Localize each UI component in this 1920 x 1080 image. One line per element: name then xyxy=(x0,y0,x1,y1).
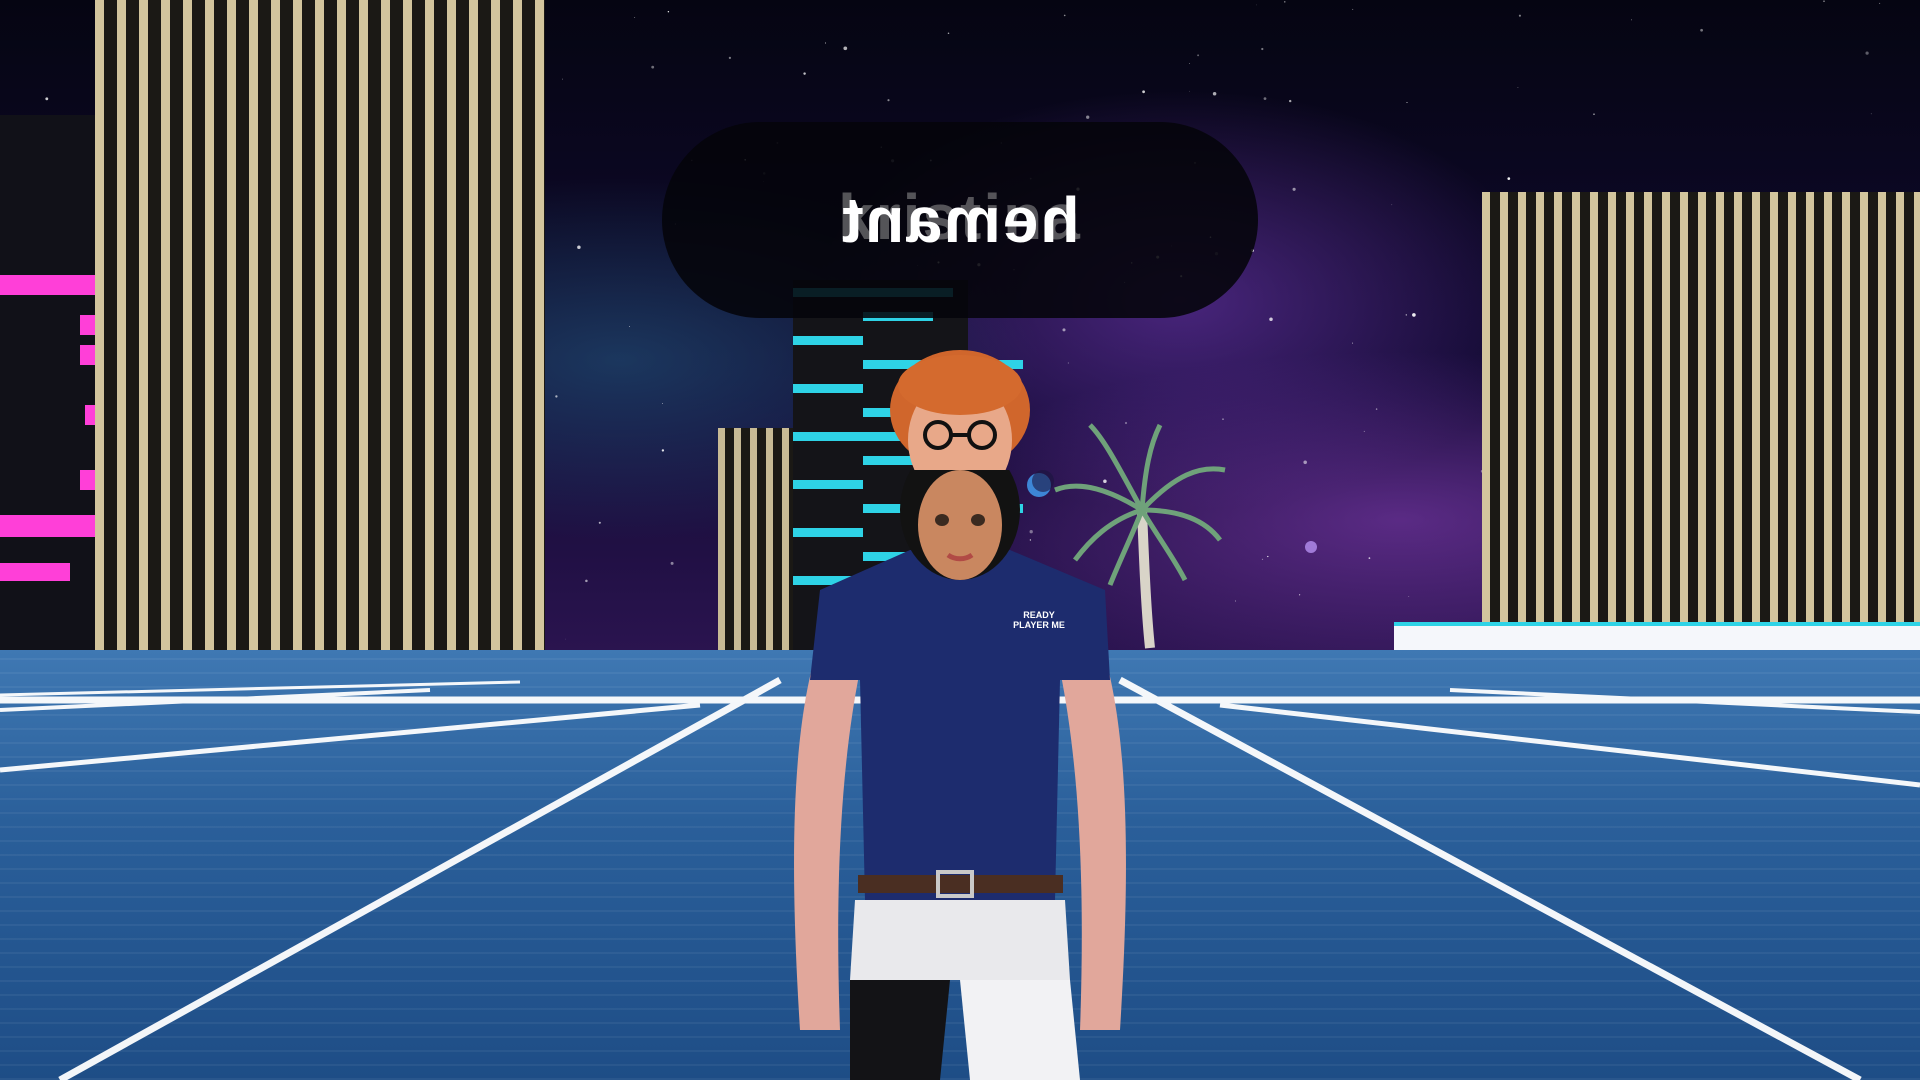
star-icon xyxy=(1375,408,1378,410)
star-icon xyxy=(1189,90,1190,92)
star-icon xyxy=(1292,187,1296,191)
avatar-front[interactable]: READY PLAYER ME xyxy=(780,440,1140,1080)
star-icon xyxy=(1363,430,1365,432)
star-icon xyxy=(555,395,558,398)
star-icon xyxy=(1391,204,1393,206)
star-icon xyxy=(1189,63,1191,65)
star-icon xyxy=(1142,90,1145,94)
star-icon xyxy=(947,32,950,35)
star-icon xyxy=(1507,177,1511,180)
star-icon xyxy=(562,78,563,80)
shirt-logo: READY PLAYER ME xyxy=(1013,610,1065,630)
star-icon xyxy=(1593,113,1595,116)
star-icon xyxy=(661,449,665,452)
player-nameplate: kristina hemant xyxy=(662,122,1258,318)
game-scene: kristina hemant READY PLAYER ME xyxy=(0,0,1920,1080)
star-icon xyxy=(1368,557,1371,559)
star-icon xyxy=(1234,600,1236,602)
star-icon xyxy=(825,42,826,44)
star-icon xyxy=(1352,8,1354,10)
star-icon xyxy=(651,65,655,69)
star-icon xyxy=(1405,314,1407,316)
neon-stripe xyxy=(793,336,863,345)
star-icon xyxy=(1879,2,1881,4)
star-icon xyxy=(1700,28,1703,32)
avatar-front-body xyxy=(794,440,1126,1080)
star-icon xyxy=(45,97,49,101)
star-icon xyxy=(565,638,566,640)
star-icon xyxy=(1631,19,1632,21)
star-icon xyxy=(1267,555,1269,558)
building-right-tower xyxy=(1482,192,1920,630)
star-icon xyxy=(1062,328,1066,332)
building-left-tower xyxy=(95,0,545,655)
star-icon xyxy=(629,326,630,328)
star-icon xyxy=(803,72,806,75)
star-icon xyxy=(1870,113,1872,115)
star-icon xyxy=(1284,1,1286,3)
star-icon xyxy=(1269,317,1273,322)
star-icon xyxy=(577,245,581,249)
star-icon xyxy=(1303,460,1307,465)
star-icon xyxy=(1212,91,1217,96)
star-icon xyxy=(598,521,601,524)
star-icon xyxy=(1518,14,1521,17)
star-icon xyxy=(1517,86,1519,89)
star-icon xyxy=(585,579,588,583)
star-icon xyxy=(670,561,674,565)
star-icon xyxy=(728,56,732,60)
star-icon xyxy=(667,10,670,13)
star-icon xyxy=(1823,0,1825,3)
star-icon xyxy=(1086,115,1090,119)
star-icon xyxy=(1261,47,1264,51)
star-icon xyxy=(1256,4,1257,6)
star-icon xyxy=(1261,558,1264,561)
star-icon xyxy=(1352,342,1354,344)
neon-stripe xyxy=(793,384,863,393)
nameplate-front-name: hemant xyxy=(840,184,1080,256)
star-icon xyxy=(1299,594,1301,596)
star-icon xyxy=(1067,362,1069,364)
star-icon xyxy=(1865,51,1869,55)
star-icon xyxy=(634,17,636,18)
star-icon xyxy=(1197,54,1200,57)
star-icon xyxy=(1289,99,1292,103)
star-icon xyxy=(1412,313,1416,317)
star-icon xyxy=(887,99,890,102)
star-icon xyxy=(1263,97,1267,100)
star-icon xyxy=(1408,595,1410,597)
star-icon xyxy=(1406,101,1408,104)
star-icon xyxy=(662,403,663,404)
star-icon xyxy=(843,46,848,51)
star-icon xyxy=(1063,14,1066,17)
moon-icon xyxy=(1305,541,1317,553)
